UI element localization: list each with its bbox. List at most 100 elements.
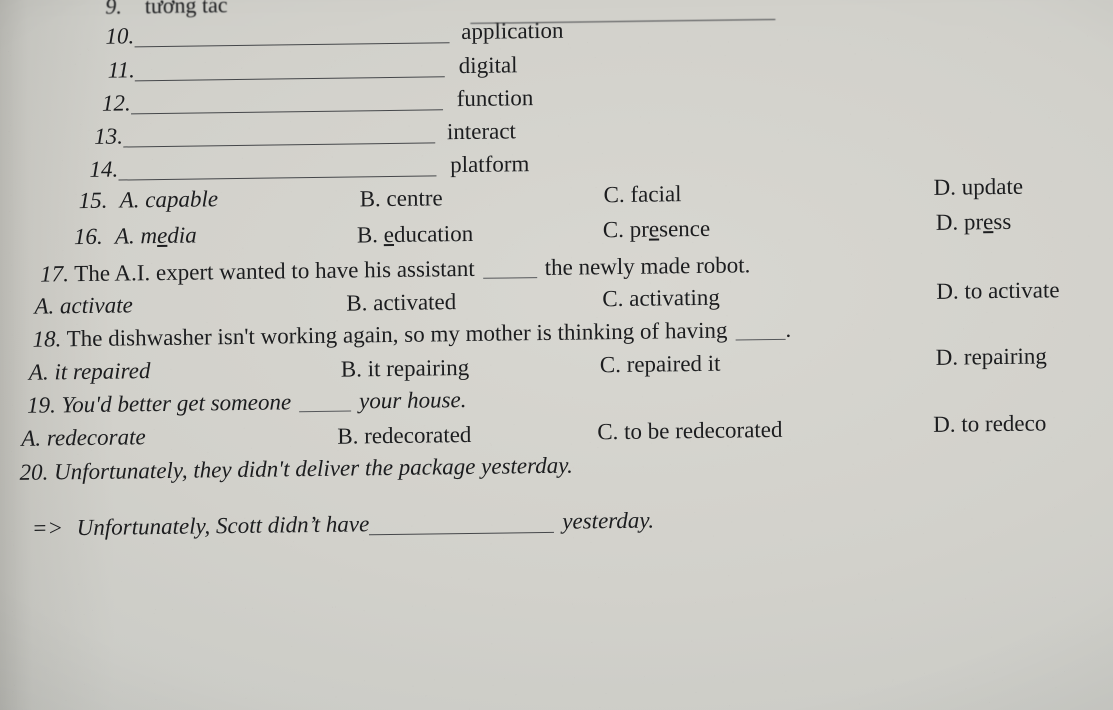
question-15-option-c-letter: C. — [603, 181, 625, 208]
question-18-option-a-text: it repaired — [54, 358, 151, 385]
question-18-option-b[interactable]: B. it repairing — [341, 355, 470, 383]
question-16-option-a[interactable]: A. media — [115, 223, 197, 250]
question-19-option-a[interactable]: A. redecorate — [21, 424, 146, 452]
question-17-option-a-letter: A. — [34, 293, 55, 319]
question-18-option-b-letter: B. — [340, 356, 363, 382]
question-20-answer-before: Unfortunately, Scott didn’t have — [76, 511, 370, 541]
vocab-item-12-word: function — [456, 85, 534, 112]
question-16-option-d-before: pr — [963, 209, 984, 235]
vocab-item-13-answer-line[interactable] — [123, 142, 436, 148]
vocab-item-11-answer-line[interactable] — [134, 76, 445, 82]
vocab-item-11-word: digital — [458, 52, 518, 79]
question-18-option-d[interactable]: D. repairing — [936, 343, 1047, 370]
question-19-stem-after: your house. — [359, 387, 467, 414]
vocab-item-14-answer-line[interactable] — [118, 175, 437, 181]
question-15-number: 15. — [78, 187, 108, 214]
question-16-option-d-stress: e — [983, 209, 994, 235]
question-17-option-d[interactable]: D. to activate — [936, 277, 1059, 305]
vocab-item-13-number: 13. — [94, 123, 124, 149]
question-15-option-b-letter: B. — [359, 186, 381, 212]
question-16-option-c[interactable]: C. presence — [603, 216, 710, 243]
question-15-option-c[interactable]: C. facial — [604, 181, 682, 208]
question-17-option-b[interactable]: B. activated — [346, 289, 456, 316]
question-16-option-b[interactable]: B. education — [357, 221, 473, 249]
vocab-item-9-word: tương tác — [144, 0, 228, 19]
question-17-stem-after: the newly made robot. — [544, 252, 751, 280]
vocab-item-10-number: 10. — [105, 23, 135, 49]
question-16-option-a-letter: A. — [114, 223, 135, 249]
question-17-number: 17. — [40, 261, 69, 287]
question-19-stem-before: You'd better get someone — [61, 389, 292, 418]
question-18-number: 18. — [32, 326, 62, 352]
arrow-glyph: => — [31, 515, 64, 541]
vocab-item-9: 9. tương tác — [105, 0, 227, 20]
question-17-option-b-letter: B. — [346, 290, 368, 316]
question-17-option-c-letter: C. — [602, 285, 624, 312]
question-17-option-d-text: to activate — [964, 277, 1060, 304]
vocab-item-14-word: platform — [450, 151, 530, 178]
question-18-option-d-text: repairing — [963, 343, 1047, 370]
question-16-option-a-after: dia — [167, 222, 197, 248]
question-19-option-d-letter: D. — [933, 411, 956, 437]
question-16-option-c-before: pr — [629, 216, 649, 242]
question-19-option-d[interactable]: D. to redeco — [933, 410, 1046, 437]
worksheet-photo: 9. tương tác 10. application 11. digital 1… — [0, 0, 1113, 710]
question-20-prompt: 20. Unfortunately, they didn't deliver t… — [19, 453, 572, 486]
question-17-stem-before: The A.I. expert wanted to have his assis… — [74, 255, 475, 287]
vocab-item-12-answer-line[interactable] — [130, 109, 443, 115]
question-20-answer-after: yesterday. — [562, 507, 655, 534]
vocab-item-12-number: 12. — [101, 90, 131, 116]
paper-sheet: 9. tương tác 10. application 11. digital 1… — [0, 0, 1113, 710]
question-16-number: 16. — [73, 223, 103, 250]
question-18-option-a-letter: A. — [28, 359, 49, 385]
question-16-option-c-letter: C. — [602, 216, 625, 243]
vocab-item-9-number: 9. — [105, 0, 122, 19]
question-15-option-b[interactable]: B. centre — [360, 185, 443, 212]
question-18-option-c[interactable]: C. repaired it — [600, 351, 721, 379]
question-18-stem-after: . — [785, 316, 792, 342]
vocab-item-11: 11. digital — [108, 52, 518, 83]
question-18-option-c-letter: C. — [599, 351, 621, 378]
question-16-option-a-stress: e — [156, 222, 168, 249]
question-16-option-a-before: m — [140, 223, 158, 249]
question-15-option-a[interactable]: A. capable — [120, 186, 219, 213]
question-16-option-c-stress: e — [648, 216, 660, 242]
question-15-option-d[interactable]: D. update — [933, 174, 1023, 201]
question-18-option-b-text: it repairing — [367, 354, 470, 382]
question-19-blank[interactable] — [299, 410, 352, 413]
question-16-option-b-after: ducation — [393, 220, 474, 247]
question-17-option-c-text: activating — [629, 284, 720, 311]
question-19-option-c[interactable]: C. to be redecorated — [597, 417, 782, 445]
question-16-option-d-letter: D. — [935, 209, 959, 235]
question-17-option-c[interactable]: C. activating — [602, 285, 720, 313]
question-16-option-d[interactable]: D. press — [936, 209, 1012, 236]
question-19-option-a-text: redecorate — [46, 424, 146, 451]
question-17-stem: 17. The A.I. expert wanted to have his a… — [40, 252, 750, 287]
question-19-option-c-text: to be redecorated — [624, 416, 783, 444]
question-20-prompt-text: Unfortunately, they didn't deliver the p… — [53, 452, 573, 485]
question-19-option-c-letter: C. — [597, 419, 619, 445]
worksheet-content: 9. tương tác 10. application 11. digital 1… — [0, 0, 1113, 541]
question-16-option-c-after: sence — [659, 215, 711, 242]
question-19-option-a-letter: A. — [21, 425, 42, 451]
vocab-item-14: 14. platform — [89, 151, 529, 183]
question-17-blank[interactable] — [482, 277, 537, 279]
vocab-item-10-answer-line[interactable] — [134, 42, 450, 48]
vocab-item-13: 13. interact — [94, 118, 516, 150]
question-16-option-d-after: ss — [993, 208, 1012, 235]
vocab-item-10: 10. application — [105, 18, 563, 50]
question-18-stem-before: The dishwasher isn't working again, so m… — [66, 317, 728, 352]
question-15-option-a-text: capable — [145, 186, 219, 213]
question-15-option-b-text: centre — [386, 185, 443, 212]
question-18-option-d-letter: D. — [935, 344, 959, 370]
vocab-item-10-word: application — [461, 17, 564, 45]
question-16-option-b-stress: e — [383, 221, 395, 248]
question-19-option-b[interactable]: B. redecorated — [337, 422, 471, 450]
question-17-option-b-text: activated — [373, 289, 457, 316]
question-19-number: 19. — [26, 392, 56, 418]
question-18-blank[interactable] — [735, 338, 786, 341]
question-20-answer-blank[interactable] — [369, 531, 555, 536]
question-17-option-a[interactable]: A. activate — [34, 292, 133, 319]
question-18-option-a[interactable]: A. it repaired — [29, 358, 151, 386]
question-17-option-a-text: activate — [59, 292, 133, 319]
